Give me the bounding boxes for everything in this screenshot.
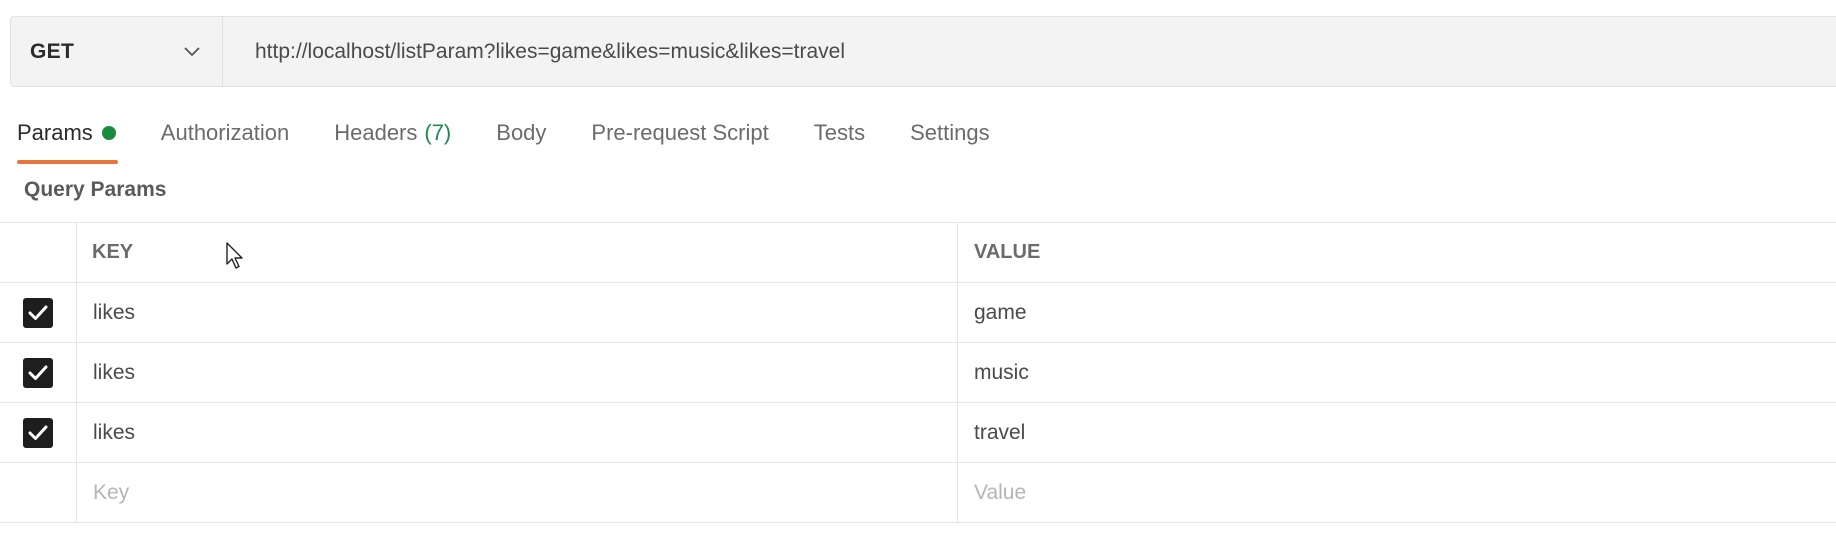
tab-authorization-label: Authorization	[160, 120, 290, 145]
tab-headers-label: Headers	[334, 120, 418, 145]
header-check-cell	[0, 223, 77, 282]
row-check-cell	[0, 403, 77, 462]
url-input[interactable]	[223, 17, 1836, 86]
tab-headers[interactable]: Headers (7)	[334, 112, 451, 164]
param-key-cell[interactable]: likes	[77, 283, 958, 342]
tab-tests[interactable]: Tests	[814, 112, 865, 164]
request-bar: GET	[10, 16, 1836, 87]
tab-settings-label: Settings	[910, 120, 990, 145]
headers-count: (7)	[424, 120, 452, 145]
param-value-cell[interactable]: music	[958, 343, 1836, 402]
row-check-cell	[0, 283, 77, 342]
params-indicator-dot	[101, 126, 116, 140]
param-value-cell[interactable]: game	[958, 283, 1836, 342]
table-row: likes travel	[0, 403, 1836, 463]
table-row-new: Key Value	[0, 463, 1836, 523]
param-value-cell[interactable]: travel	[958, 403, 1836, 462]
param-key-cell[interactable]: likes	[77, 343, 958, 402]
tab-pre-request-script-label: Pre-request Script	[591, 120, 769, 145]
tab-tests-label: Tests	[813, 120, 866, 145]
tab-authorization[interactable]: Authorization	[161, 112, 289, 164]
checkmark-icon	[28, 425, 48, 440]
row-check-cell	[0, 343, 77, 402]
table-header-row: KEY VALUE	[0, 223, 1836, 283]
tab-body[interactable]: Body	[496, 112, 546, 164]
row-check-cell	[0, 463, 77, 522]
tab-settings[interactable]: Settings	[910, 112, 990, 164]
request-editor: GET Params Authorization Headers (7) Bod…	[0, 0, 1836, 547]
value-column-header: VALUE	[974, 241, 1041, 263]
tab-params[interactable]: Params	[17, 112, 118, 164]
new-value-input[interactable]: Value	[958, 463, 1836, 522]
mouse-pointer-icon	[226, 242, 243, 269]
row-enabled-checkbox[interactable]	[23, 297, 53, 328]
chevron-down-icon	[181, 41, 203, 63]
new-key-input[interactable]: Key	[77, 463, 958, 522]
checkmark-icon	[28, 365, 48, 380]
tab-params-label: Params	[17, 120, 93, 145]
row-enabled-checkbox[interactable]	[23, 357, 53, 388]
tab-body-label: Body	[496, 120, 547, 145]
table-row: likes game	[0, 283, 1836, 343]
query-params-heading: Query Params	[24, 178, 167, 201]
query-params-table: KEY VALUE likes game likes music likes t…	[0, 222, 1836, 523]
table-row: likes music	[0, 343, 1836, 403]
tab-pre-request-script[interactable]: Pre-request Script	[591, 112, 768, 164]
key-column-header: KEY	[77, 223, 958, 282]
method-dropdown[interactable]: GET	[11, 17, 223, 86]
method-label: GET	[30, 39, 75, 63]
row-enabled-checkbox[interactable]	[23, 417, 53, 448]
param-key-cell[interactable]: likes	[77, 403, 958, 462]
checkmark-icon	[28, 305, 48, 320]
request-tabs: Params Authorization Headers (7) Body Pr…	[17, 112, 1035, 164]
